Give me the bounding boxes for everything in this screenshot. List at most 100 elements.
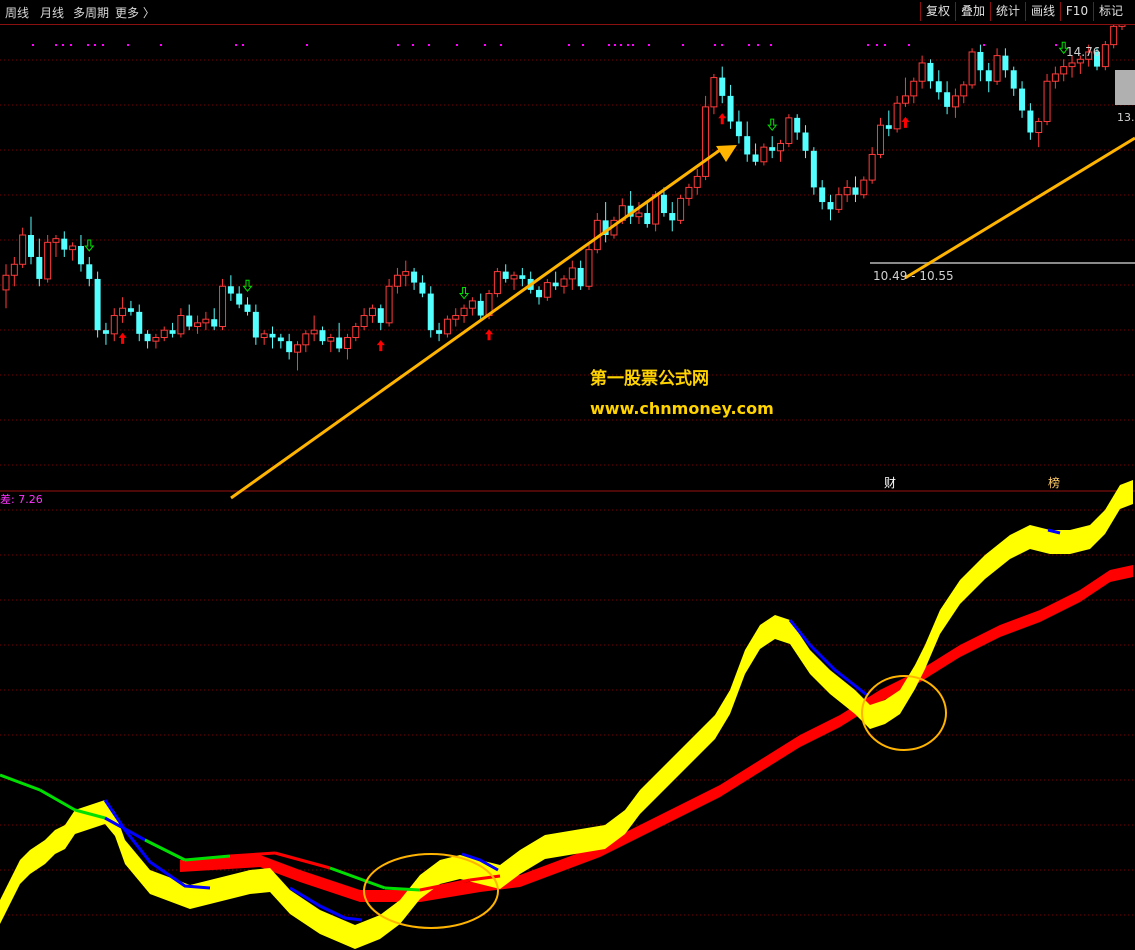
candle-body (644, 213, 651, 225)
signal-dot (884, 44, 886, 46)
signal-dot (456, 44, 458, 46)
overlay-button[interactable]: 叠加 (955, 2, 990, 21)
signal-dot (397, 44, 399, 46)
candle-body (468, 300, 476, 309)
candle-body (702, 106, 710, 177)
candle-body (819, 187, 826, 203)
signal-dot (648, 44, 650, 46)
candle-body (27, 235, 34, 257)
candle-body (1002, 55, 1009, 71)
signal-dot (614, 44, 616, 46)
candle-body (252, 311, 259, 338)
marker-cai: 财 (884, 476, 896, 490)
signal-dot (484, 44, 486, 46)
signal-dot (412, 44, 414, 46)
signal-dot (55, 44, 57, 46)
candle-body (77, 245, 84, 265)
candle-body (102, 330, 109, 334)
candle-body (211, 319, 218, 327)
candle-body (860, 179, 868, 196)
candle-body (2, 274, 10, 291)
candle-body (310, 329, 318, 335)
candle-body (1118, 25, 1126, 27)
signal-dot (770, 44, 772, 46)
candle-body (760, 146, 768, 163)
signal-dot (87, 44, 89, 46)
candle-body (918, 62, 926, 82)
ma-line-segment (0, 773, 41, 792)
candle-body (635, 212, 643, 218)
tab-more[interactable]: 更多 〉 (115, 4, 155, 21)
candle-body (710, 77, 718, 108)
candle-body (802, 132, 809, 151)
candle-body (910, 80, 918, 97)
candle-body (1035, 121, 1043, 134)
signal-dot (235, 44, 237, 46)
candle-body (852, 187, 859, 195)
candle-body (677, 197, 685, 221)
tab-multi-period[interactable]: 多周期 (73, 4, 109, 21)
candle-body (219, 285, 227, 328)
candle-body (336, 337, 343, 349)
draw-line-button[interactable]: 画线 (1025, 2, 1060, 21)
candle-body (385, 285, 393, 324)
candle-body (352, 326, 360, 338)
red-band (180, 565, 1133, 902)
candle-body (127, 308, 134, 312)
signal-dot (568, 44, 570, 46)
signal-dot (428, 44, 430, 46)
candle-body (236, 293, 243, 305)
candle-body (10, 263, 18, 276)
signal-dot (908, 44, 910, 46)
signal-dot (242, 44, 244, 46)
candle-body (152, 337, 160, 342)
f10-button[interactable]: F10 (1060, 2, 1093, 21)
candle-body (944, 92, 951, 107)
arrow-up-icon (901, 116, 910, 128)
mark-button[interactable]: 标记 (1093, 2, 1128, 21)
indicator-bands (0, 480, 1133, 949)
signal-dot (620, 44, 622, 46)
candle-body (302, 333, 310, 346)
trend-line-right (904, 136, 1135, 280)
signal-dot (714, 44, 716, 46)
candle-body (1110, 25, 1118, 46)
signal-dot (582, 44, 584, 46)
stats-button[interactable]: 统计 (990, 2, 1025, 21)
signal-dot (632, 44, 634, 46)
candle-body (1076, 58, 1084, 64)
candle-body (1051, 73, 1059, 82)
price-tag-box (1115, 70, 1135, 105)
ma-line-segment (39, 788, 76, 812)
candle-body (560, 278, 568, 287)
candle-body (810, 150, 817, 188)
signal-arrows (84, 41, 1069, 352)
tab-weekly[interactable]: 周线 (5, 4, 29, 21)
candle-body (752, 154, 759, 162)
arrow-down-icon (459, 287, 470, 300)
candle-body (727, 95, 734, 122)
candle-body (1043, 80, 1051, 123)
candle-body (1027, 110, 1034, 133)
candle-body (52, 238, 60, 243)
candle-body (735, 121, 742, 137)
candle-body (186, 315, 193, 327)
candle-body (36, 256, 43, 279)
restore-rights-button[interactable]: 复权 (920, 2, 955, 21)
candle-body (552, 282, 559, 287)
candle-body (993, 55, 1001, 82)
candle-body (293, 344, 301, 353)
tab-monthly[interactable]: 月线 (40, 4, 64, 21)
signal-dot (70, 44, 72, 46)
candle-body (44, 241, 52, 280)
candle-body (436, 330, 443, 334)
signal-dot (62, 44, 64, 46)
candle-body (1068, 62, 1076, 68)
candle-body (227, 286, 234, 294)
candle-body (1101, 44, 1109, 68)
candle-body (960, 84, 968, 97)
grid-lines (0, 59, 1135, 916)
candle-body (169, 330, 176, 334)
candle-body (452, 315, 460, 320)
arrow-down-icon (767, 118, 778, 131)
